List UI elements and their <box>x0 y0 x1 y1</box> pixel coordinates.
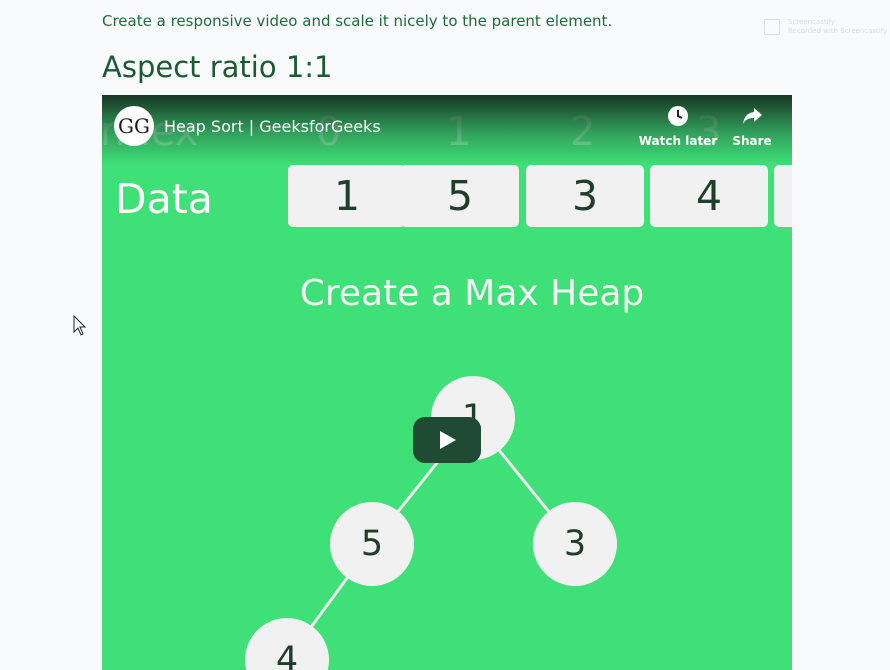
screencastify-watermark: Screencastify Recorded with Screencastif… <box>764 17 887 39</box>
play-button[interactable] <box>413 417 481 463</box>
tree-node: 3 <box>533 502 617 586</box>
cursor-icon <box>73 315 87 336</box>
watermark-line-2: Recorded with Screencastify <box>788 27 888 35</box>
tree-node: 5 <box>330 502 414 586</box>
intro-text: Create a responsive video and scale it n… <box>102 12 613 30</box>
youtube-embed[interactable]: ndex 0 1 2 3 GG Heap Sort | GeeksforGeek… <box>102 95 792 670</box>
screencastify-logo-icon <box>764 19 780 35</box>
play-icon <box>440 431 456 449</box>
watermark-line-1: Screencastify <box>788 18 836 26</box>
heap-tree-edges <box>285 417 577 661</box>
page-heading: Aspect ratio 1:1 <box>102 50 333 84</box>
